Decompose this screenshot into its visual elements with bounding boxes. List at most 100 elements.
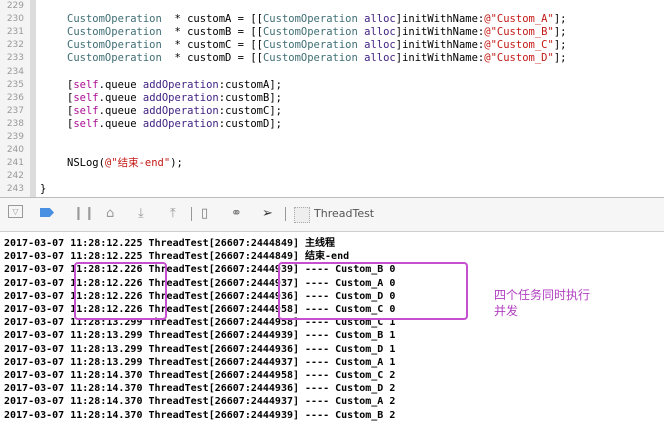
code-token: @"Custom_C" [484,39,554,52]
separator [191,207,192,221]
code-text: [self.queue addOperation:customC]; [67,105,282,118]
code-text: } [40,183,46,196]
code-token: self [73,104,99,117]
log-line: 2017-03-07 11:28:12.225 ThreadTest[26607… [4,238,336,249]
code-token: :customB]; [218,91,282,104]
code-token: :customD]; [218,117,282,130]
code-token: ]; [553,39,567,52]
view-hierarchy-icon[interactable]: ▯ [201,206,208,221]
code-text: NSLog(@"结束-end"); [67,157,183,170]
code-text: CustomOperation * customA = [[CustomOper… [67,13,566,26]
code-token: @"结束-end" [104,157,171,170]
code-token: * customC = [[ [161,39,263,52]
code-token: ]; [553,26,567,39]
gutter-divider [30,0,36,197]
line-number: 234 [6,66,24,77]
code-token: @"Custom_A" [484,13,554,26]
breakpoints-icon[interactable] [40,208,54,217]
code-token: * customB = [[ [161,26,263,39]
line-number: 242 [6,171,24,182]
line-number: 237 [6,105,24,116]
line-number: 235 [6,79,24,90]
code-text: [self.queue addOperation:customD]; [67,118,282,131]
code-token: :customA]; [218,78,282,91]
code-token: ]initWithName: [395,39,485,52]
line-number: 231 [6,27,24,38]
code-token: ); [170,157,183,170]
code-token: * customD = [[ [161,52,263,65]
code-token: .queue [98,91,143,104]
code-token: CustomOperation [67,52,162,65]
line-number: 239 [6,132,24,142]
log-line: 2017-03-07 11:28:13.299 ThreadTest[26607… [4,343,396,355]
code-token: addOperation [142,91,219,104]
code-token: self [73,78,99,91]
code-token: CustomOperation [67,39,162,52]
annotation-line-1: 四个任务同时执行 [494,288,591,302]
code-token: .queue [98,104,143,117]
step-out-icon[interactable]: ⤒ [170,206,176,221]
code-token: :customC]; [218,104,282,117]
debug-toolbar: ▽ ❙❙ ⌂ ⤓ ⤒ ▯ ⚭ ➢ ThreadTest [0,197,664,232]
code-token: CustomOperation [262,13,358,26]
step-into-icon[interactable]: ⤓ [138,206,144,221]
separator [285,207,286,221]
memory-graph-icon[interactable]: ⚭ [231,206,242,221]
code-token: ]initWithName: [395,13,485,26]
log-line: 2017-03-07 11:28:13.299 ThreadTest[26607… [4,330,396,342]
log-line: 2017-03-07 11:28:14.370 ThreadTest[26607… [4,383,396,395]
code-token: CustomOperation [67,13,162,26]
line-number: 238 [6,118,24,129]
simulate-location-icon[interactable]: ➢ [262,206,273,221]
line-number: 241 [6,158,24,169]
code-token: alloc [364,13,396,26]
code-token: } [40,183,47,196]
line-number: 236 [6,92,24,103]
code-text: CustomOperation * customD = [[CustomOper… [67,52,566,65]
line-number: 243 [6,184,24,195]
code-token: @"Custom_B" [484,26,554,39]
code-token: self [73,117,99,130]
app-icon [294,207,310,223]
code-token: CustomOperation [67,26,162,39]
line-number: 229 [6,1,24,11]
code-text: CustomOperation * customB = [[CustomOper… [67,26,566,39]
target-name[interactable]: ThreadTest [314,207,374,220]
pause-icon[interactable]: ❙❙ [73,206,95,221]
code-token: ]initWithName: [395,26,485,39]
code-token: .queue [98,117,143,130]
code-token: ]; [553,52,567,65]
code-token: @"Custom_D" [484,52,554,65]
code-token: CustomOperation [262,52,358,65]
code-token: alloc [364,26,396,39]
code-text: CustomOperation * customC = [[CustomOper… [67,39,566,52]
code-token: CustomOperation [262,26,358,39]
line-number: 240 [6,145,24,156]
code-token: ]initWithName: [395,52,485,65]
log-line: 2017-03-07 11:28:13.299 ThreadTest[26607… [4,356,396,368]
hide-debug-area-icon[interactable]: ▽ [8,205,23,218]
code-text: [self.queue addOperation:customB]; [67,92,282,105]
line-number: 230 [6,14,24,25]
code-token: ]; [553,13,567,26]
code-token: alloc [364,52,396,65]
code-token: addOperation [142,104,219,117]
step-over-icon[interactable]: ⌂ [106,206,114,221]
code-token: addOperation [142,117,219,130]
annotation-line-2: 并发 [494,304,519,318]
thread-highlight-box [278,262,468,320]
code-token: * customA = [[ [161,13,263,26]
log-line: 2017-03-07 11:28:14.370 ThreadTest[26607… [4,396,396,408]
code-token: NSLog( [67,157,105,170]
code-token: CustomOperation [262,39,358,52]
code-editor[interactable]: 229 230 CustomOperation * customA = [[Cust… [0,0,664,197]
code-token: addOperation [142,78,219,91]
log-line: 2017-03-07 11:28:14.370 ThreadTest[26607… [4,409,396,421]
code-text: [self.queue addOperation:customA]; [67,79,282,92]
code-token: alloc [364,39,396,52]
code-token: self [73,91,99,104]
line-number: 232 [6,40,24,51]
line-number: 233 [6,53,24,64]
log-line: 2017-03-07 11:28:14.370 ThreadTest[26607… [4,370,396,381]
timestamp-highlight-box [74,262,167,320]
